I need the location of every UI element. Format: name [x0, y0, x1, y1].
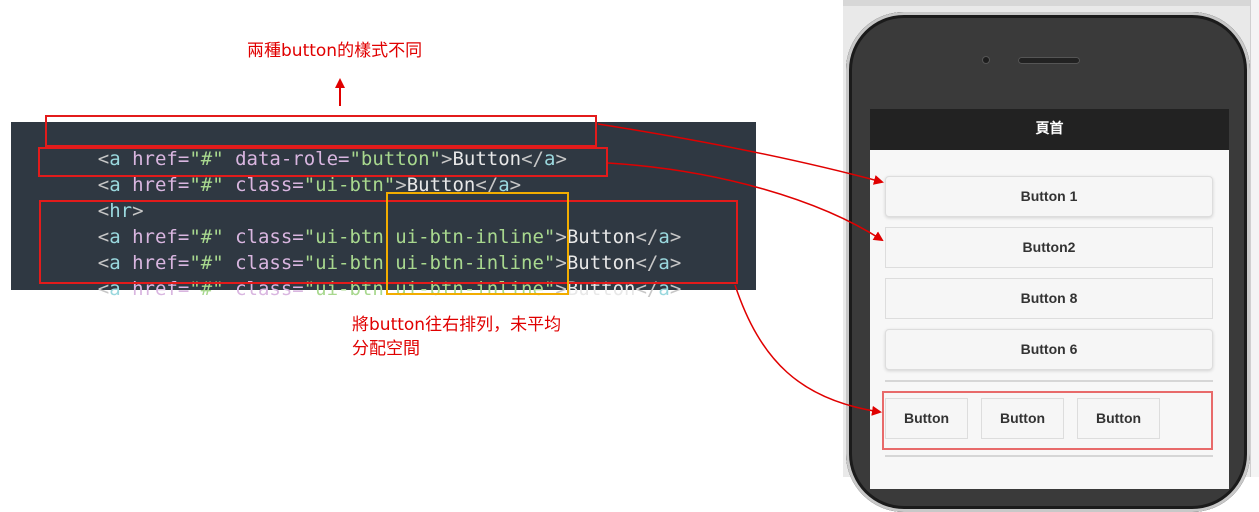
button-1[interactable]: Button 1 — [885, 176, 1213, 217]
emulator-scrollbar[interactable] — [1250, 0, 1259, 477]
button-2[interactable]: Button2 — [885, 227, 1213, 268]
camera-icon — [983, 57, 989, 63]
highlight-box-line2 — [38, 147, 608, 177]
horizontal-rule-bottom — [885, 455, 1213, 457]
highlight-box-inline-class — [386, 192, 569, 295]
page-header: 頁首 — [870, 109, 1229, 150]
speaker-icon — [1018, 57, 1080, 64]
horizontal-rule — [885, 380, 1213, 382]
highlight-box-inline-buttons — [882, 391, 1213, 450]
emulator-top-strip — [843, 0, 1259, 6]
bottom-note-line2: 分配空間 — [352, 339, 420, 359]
code-token: class= — [223, 174, 304, 196]
code-token: "ui-btn" — [303, 174, 396, 196]
code-token: "#" — [189, 174, 224, 196]
button-8[interactable]: Button 8 — [885, 278, 1213, 319]
top-note: 兩種button的樣式不同 — [247, 41, 423, 61]
button-6[interactable]: Button 6 — [885, 329, 1213, 370]
highlight-box-line1 — [45, 115, 597, 147]
